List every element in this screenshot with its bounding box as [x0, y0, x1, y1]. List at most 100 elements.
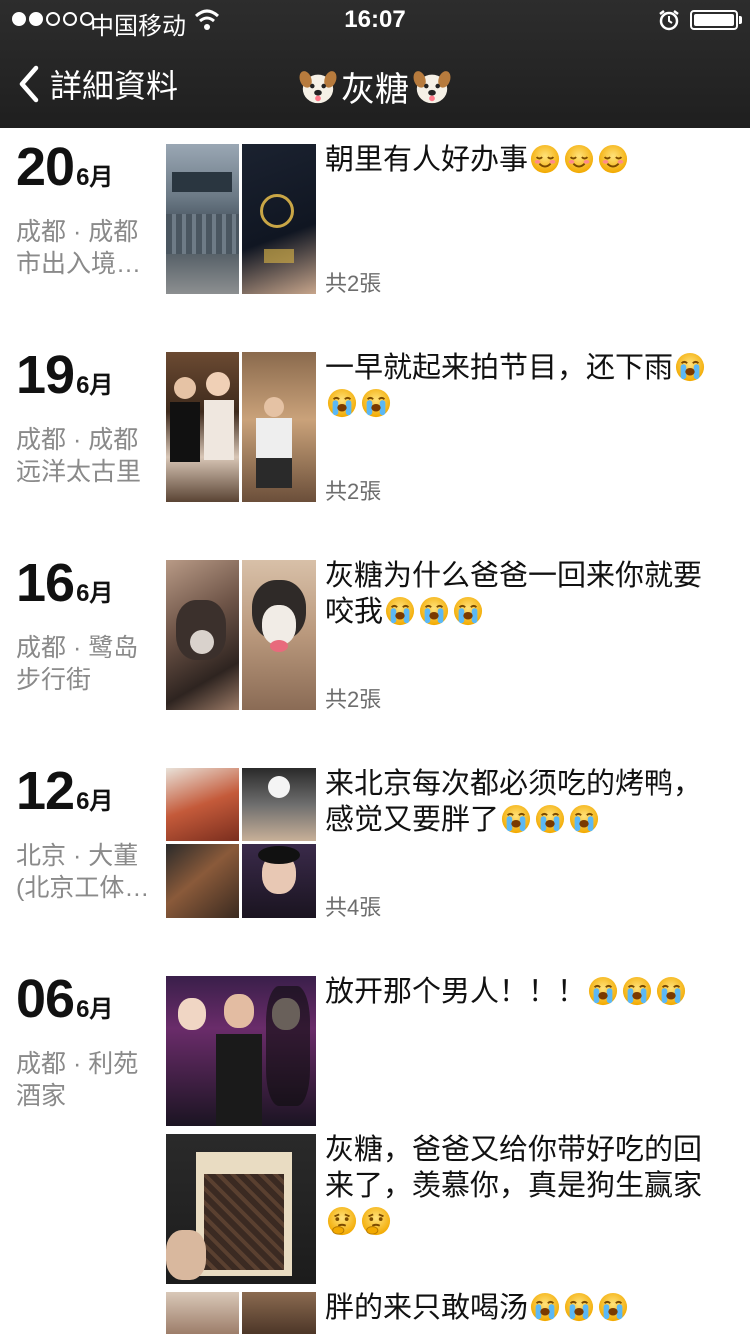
- location-line: 远洋太古里: [16, 458, 142, 486]
- entry-date: 166月: [16, 552, 113, 614]
- location-line: 北京 · 大董: [16, 842, 139, 870]
- crying-face-icon: [622, 976, 652, 1006]
- photo-thumbnail[interactable]: [166, 1134, 316, 1284]
- crying-face-icon: [419, 596, 449, 626]
- entry-caption: 灰糖为什么爸爸一回来你就要咬我: [325, 558, 730, 630]
- caption-text: 胖的来只敢喝汤: [325, 1292, 529, 1324]
- status-bar: 中国移动 16:07: [0, 0, 750, 40]
- location-line: 成都 · 成都: [16, 426, 139, 454]
- entry-location: 成都 · 鹭岛 步行街: [16, 632, 151, 696]
- crying-face-icon: [385, 596, 415, 626]
- photo-thumbnails[interactable]: [166, 768, 316, 918]
- photo-thumbnail[interactable]: [166, 844, 239, 918]
- thinking-face-icon: [327, 1206, 357, 1236]
- entry-day: 16: [16, 553, 75, 613]
- location-line: 成都 · 利苑: [16, 1050, 139, 1078]
- photo-thumbnail[interactable]: [166, 768, 239, 841]
- photo-thumbnail[interactable]: [166, 352, 239, 502]
- entry-caption: 灰糖，爸爸又给你带好吃的回来了，羡慕你，真是狗生赢家: [325, 1132, 730, 1240]
- location-line: 市出入境…: [16, 250, 142, 278]
- page-title: 灰糖: [0, 62, 750, 111]
- photo-thumbnail[interactable]: [242, 144, 316, 294]
- entry-month: 6月: [76, 372, 114, 399]
- location-line: 酒家: [16, 1082, 67, 1110]
- battery-tip: [739, 16, 742, 24]
- entry-location: 成都 · 成都 远洋太古里: [16, 424, 151, 488]
- location-line: 成都 · 鹭岛: [16, 634, 139, 662]
- photo-thumbnail[interactable]: [242, 844, 316, 918]
- album-entry[interactable]: 196月 成都 · 成都 远洋太古里 一早就起来拍节目，还下雨 共2張: [0, 336, 750, 536]
- caption-text: 灰糖为什么爸爸一回来你就要咬我: [325, 560, 703, 628]
- photo-thumbnail[interactable]: [166, 1292, 239, 1334]
- photo-count: 共2張: [325, 271, 382, 296]
- crying-face-icon: [453, 596, 483, 626]
- caption-text: 灰糖，爸爸又给你带好吃的回来了，羡慕你，真是狗生赢家: [325, 1134, 703, 1202]
- entry-day: 19: [16, 345, 75, 405]
- app-header: 中国移动 16:07 詳細資料 灰糖: [0, 0, 750, 128]
- caption-text: 一早就起来拍节目，还下雨: [325, 352, 674, 384]
- crying-face-icon: [564, 1292, 594, 1322]
- location-line: (北京工体…: [16, 874, 150, 902]
- photo-count: 共4張: [325, 895, 382, 920]
- crying-face-icon: [535, 804, 565, 834]
- status-time: 16:07: [344, 6, 406, 33]
- album-entry[interactable]: 206月 成都 · 成都 市出入境… 朝里有人好办事 共2張: [0, 128, 750, 328]
- entry-date: 066月: [16, 968, 113, 1030]
- entry-location: 成都 · 成都 市出入境…: [16, 216, 151, 280]
- photo-thumbnails[interactable]: [166, 352, 316, 502]
- dog-face-icon: [299, 68, 337, 106]
- crying-face-icon: [675, 352, 705, 382]
- entry-date: 126月: [16, 760, 113, 822]
- dog-face-icon: [413, 68, 451, 106]
- page-title-text: 灰糖: [341, 71, 409, 109]
- photo-thumbnail[interactable]: [242, 352, 316, 502]
- entry-caption: 放开那个男人！！！: [325, 974, 730, 1010]
- photo-thumbnails[interactable]: [166, 560, 316, 710]
- entry-caption: 一早就起来拍节目，还下雨: [325, 350, 730, 422]
- album-entry[interactable]: 066月 成都 · 利苑 酒家 放开那个男人！！！ 灰糖，爸爸又给你带好吃的回来…: [0, 960, 750, 1334]
- blush-face-icon: [530, 144, 560, 174]
- entry-date: 196月: [16, 344, 113, 406]
- thinking-face-icon: [361, 1206, 391, 1236]
- entry-month: 6月: [76, 164, 114, 191]
- crying-face-icon: [530, 1292, 560, 1322]
- photo-thumbnail[interactable]: [166, 144, 239, 294]
- photo-thumbnail[interactable]: [242, 560, 316, 710]
- entry-location: 成都 · 利苑 酒家: [16, 1048, 151, 1112]
- entry-day: 12: [16, 761, 75, 821]
- caption-text: 朝里有人好办事: [325, 144, 529, 176]
- photo-thumbnail[interactable]: [242, 768, 316, 841]
- battery-icon: [690, 10, 738, 30]
- photo-count: 共2張: [325, 687, 382, 712]
- photo-count: 共2張: [325, 479, 382, 504]
- entry-day: 20: [16, 137, 75, 197]
- entry-month: 6月: [76, 788, 114, 815]
- alarm-clock-icon: [659, 10, 679, 31]
- photo-thumbnail[interactable]: [166, 560, 239, 710]
- photo-thumbnail[interactable]: [166, 976, 316, 1126]
- photo-thumbnail[interactable]: [242, 1292, 316, 1334]
- caption-text: 放开那个男人！！！: [325, 976, 587, 1008]
- crying-face-icon: [588, 976, 618, 1006]
- entry-day: 06: [16, 969, 75, 1029]
- entry-caption: 胖的来只敢喝汤: [325, 1290, 730, 1326]
- photo-thumbnails[interactable]: [166, 144, 316, 294]
- blush-face-icon: [598, 144, 628, 174]
- album-entry[interactable]: 166月 成都 · 鹭岛 步行街 灰糖为什么爸爸一回来你就要咬我 共2張: [0, 544, 750, 744]
- album-entry[interactable]: 126月 北京 · 大董 (北京工体… 来北京每次都必须吃的烤鸭，感觉又要胖了 …: [0, 752, 750, 952]
- navigation-bar: 詳細資料 灰糖: [0, 40, 750, 128]
- location-line: 成都 · 成都: [16, 218, 139, 246]
- entry-month: 6月: [76, 996, 114, 1023]
- crying-face-icon: [569, 804, 599, 834]
- album-feed[interactable]: 206月 成都 · 成都 市出入境… 朝里有人好办事 共2張 196月 成都 ·…: [0, 128, 750, 1334]
- entry-date: 206月: [16, 136, 113, 198]
- entry-month: 6月: [76, 580, 114, 607]
- entry-location: 北京 · 大董 (北京工体…: [16, 840, 151, 904]
- entry-caption: 朝里有人好办事: [325, 142, 730, 178]
- crying-face-icon: [361, 388, 391, 418]
- crying-face-icon: [656, 976, 686, 1006]
- blush-face-icon: [564, 144, 594, 174]
- crying-face-icon: [501, 804, 531, 834]
- crying-face-icon: [598, 1292, 628, 1322]
- location-line: 步行街: [16, 666, 92, 694]
